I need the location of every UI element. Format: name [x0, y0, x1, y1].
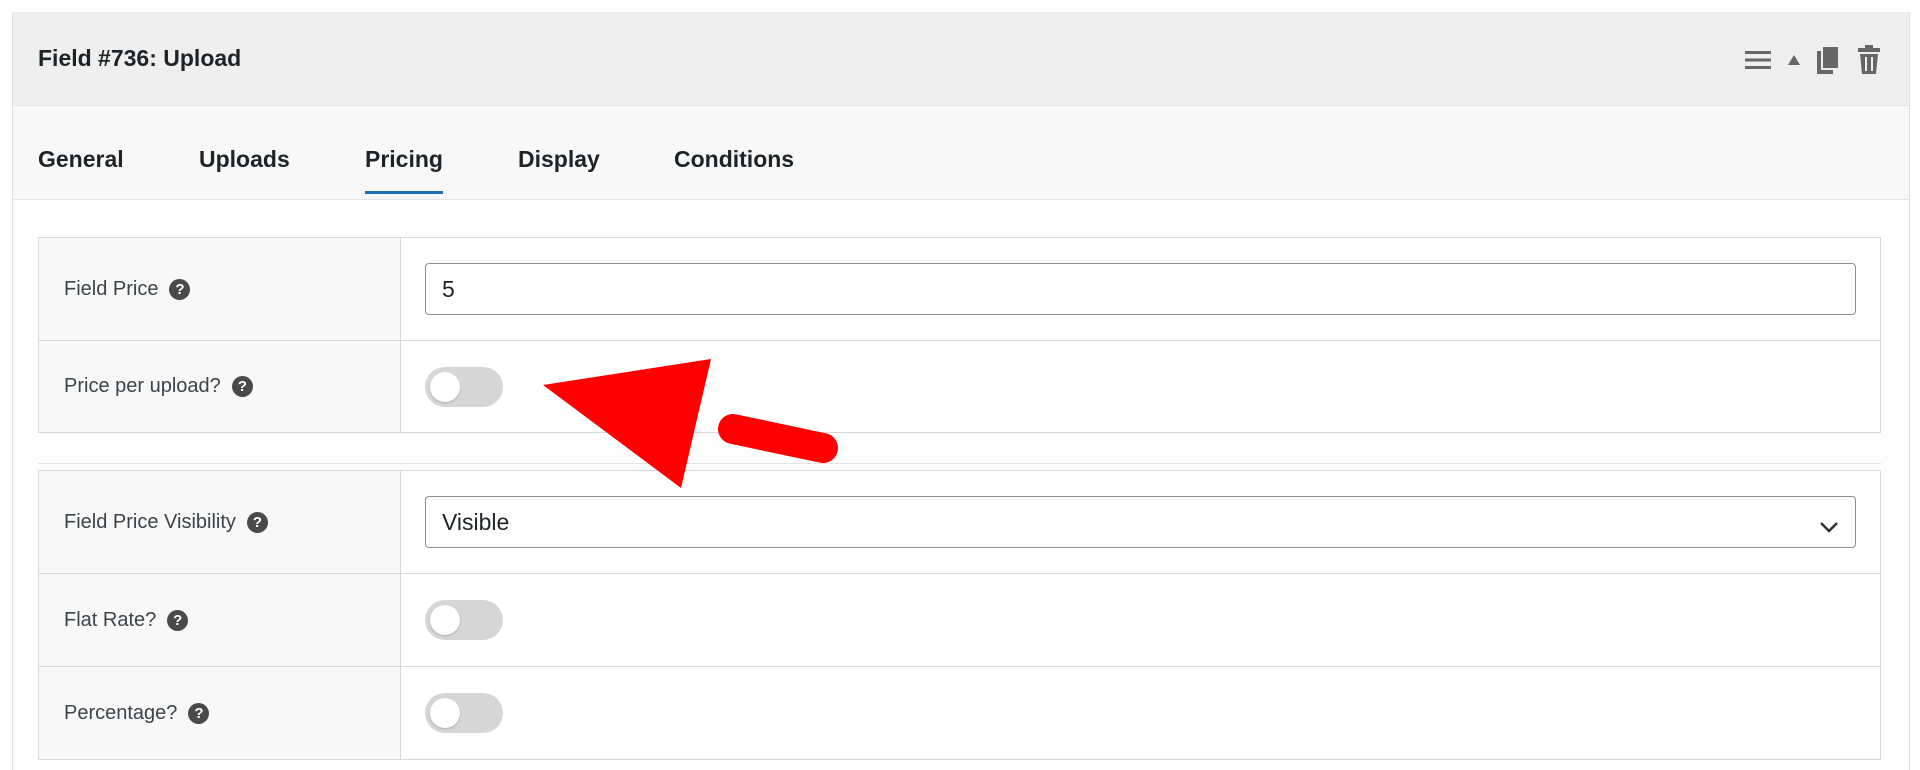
tab-display[interactable]: Display [518, 146, 600, 173]
help-glyph: ? [173, 611, 183, 629]
price-per-upload-label: Price per upload? [64, 375, 221, 397]
help-glyph: ? [175, 280, 185, 298]
field-price-label-cell: Field Price ? [39, 238, 401, 340]
help-icon[interactable]: ? [169, 278, 191, 300]
collapse-arrow-icon[interactable] [1787, 54, 1801, 66]
field-header: Field #736: Upload [13, 12, 1909, 106]
toggle-knob [430, 371, 460, 402]
toggle-knob [430, 605, 460, 635]
field-price-visibility-label: Field Price Visibility [64, 510, 236, 533]
percentage-label-cell: Percentage? ? [39, 667, 401, 759]
header-actions [1745, 45, 1881, 75]
flat-rate-value-cell [401, 574, 1880, 666]
tab-uploads[interactable]: Uploads [199, 146, 290, 173]
field-price-label: Field Price [64, 277, 159, 300]
annotation-arrow-icon [543, 359, 838, 488]
flat-rate-label: Flat Rate? [64, 608, 157, 631]
help-icon[interactable]: ? [246, 511, 268, 533]
section-divider [38, 463, 1881, 464]
help-glyph: ? [237, 378, 247, 395]
field-price-row: Field Price ? [39, 238, 1880, 341]
field-panel: Field #736: Upload General Uploads Prici… [12, 12, 1910, 770]
tab-conditions[interactable]: Conditions [674, 146, 794, 173]
flat-rate-label-cell: Flat Rate? ? [39, 574, 401, 666]
field-price-visibility-label-cell: Field Price Visibility ? [39, 471, 401, 573]
copy-icon[interactable] [1817, 45, 1841, 75]
price-per-upload-row: Price per upload? ? [39, 341, 1880, 432]
tab-general[interactable]: General [38, 146, 124, 173]
selected-option: Visible [442, 508, 510, 535]
flat-rate-toggle[interactable] [425, 600, 503, 640]
menu-lines-icon[interactable] [1745, 50, 1771, 70]
help-icon[interactable]: ? [231, 376, 253, 397]
percentage-value-cell [401, 667, 1880, 759]
trash-icon[interactable] [1857, 45, 1881, 75]
help-icon[interactable]: ? [167, 609, 189, 631]
visibility-settings-table: Field Price Visibility ? Visible Flat Ra… [38, 470, 1881, 760]
pricing-settings-table: Field Price ? Price per upload? ? [38, 237, 1881, 433]
percentage-row: Percentage? ? [39, 667, 1880, 759]
tab-pricing[interactable]: Pricing [365, 146, 443, 194]
help-glyph: ? [194, 704, 204, 722]
field-price-input[interactable] [425, 263, 1856, 315]
help-glyph: ? [252, 513, 262, 531]
field-price-value-cell [401, 238, 1880, 340]
flat-rate-row: Flat Rate? ? [39, 574, 1880, 667]
field-price-visibility-select[interactable]: Visible [425, 496, 1856, 548]
price-per-upload-label-cell: Price per upload? ? [39, 341, 401, 432]
help-icon[interactable]: ? [188, 702, 210, 724]
field-title: Field #736: Upload [38, 45, 242, 71]
tab-bar: General Uploads Pricing Display Conditio… [13, 106, 1909, 200]
chevron-down-icon [1819, 513, 1839, 540]
percentage-toggle[interactable] [425, 693, 503, 733]
toggle-knob [430, 698, 460, 728]
percentage-label: Percentage? [64, 701, 178, 724]
price-per-upload-toggle[interactable] [425, 366, 503, 407]
field-price-visibility-row: Field Price Visibility ? Visible [39, 471, 1880, 574]
